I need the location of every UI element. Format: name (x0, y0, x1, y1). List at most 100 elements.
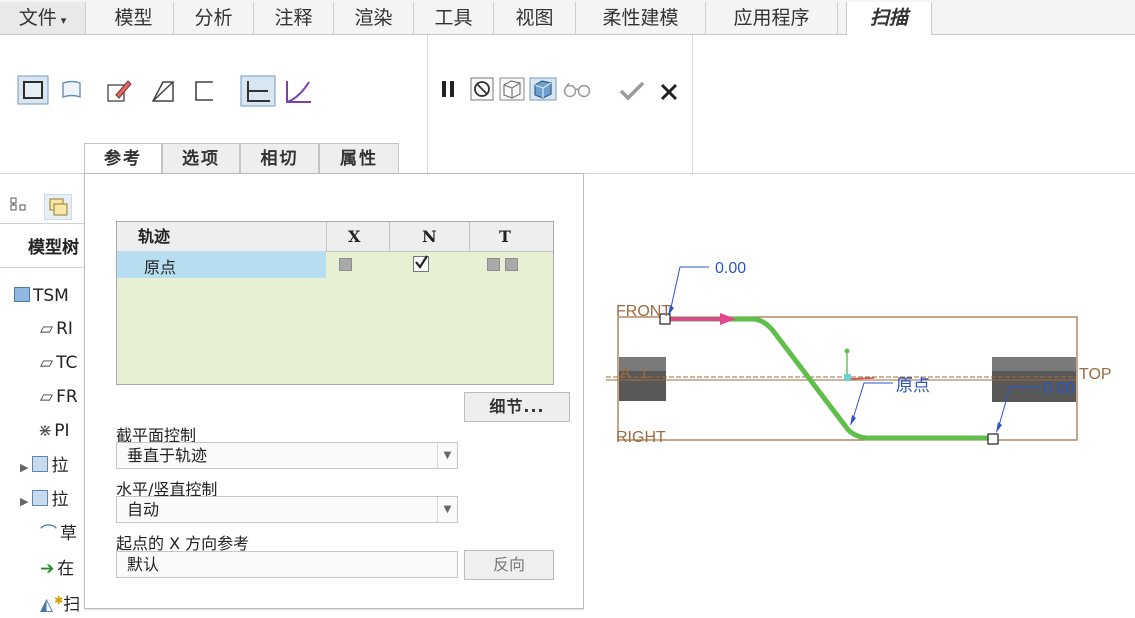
origin-leader-arrow-icon (850, 415, 856, 426)
ribbon: 参考 选项 相切 属性 (0, 35, 1135, 175)
details-button[interactable]: 细节... (464, 392, 570, 422)
tab-sweep[interactable]: 扫描 (846, 2, 932, 35)
tab-annotate[interactable]: 注释 (254, 2, 334, 34)
model-canvas[interactable]: 0.00 0.00 FRONT TOP RIGHT A_1 原点 (584, 174, 1135, 613)
layer-tree-tab-icon[interactable] (44, 194, 72, 220)
pause-icon[interactable] (440, 78, 458, 100)
column-divider (326, 222, 327, 251)
tab-model-label: 模型 (114, 7, 153, 29)
sweep-trajectory[interactable] (662, 316, 996, 441)
subtab-tangency[interactable]: 相切 (240, 143, 319, 174)
subtab-options[interactable]: 选项 (162, 143, 240, 174)
tab-render[interactable]: 渲染 (334, 2, 414, 34)
horizontal-vertical-control-value: 自动 (127, 500, 160, 519)
csys-y-tip (844, 348, 850, 354)
horizontal-vertical-control-select[interactable]: 自动 ▼ (116, 496, 458, 523)
tab-view[interactable]: 视图 (494, 2, 576, 34)
no-preview-icon[interactable] (470, 77, 494, 101)
edit-section-icon[interactable] (106, 79, 132, 103)
chevron-down-icon: ▾ (60, 14, 67, 27)
references-panel: 轨迹 X N T 原点 细节... 截平面控制 垂直于轨迹 ▼ 水平/竖直控制 … (84, 173, 584, 609)
axis-label: A_1 (620, 365, 649, 382)
row-trajectory-name: 原点 (144, 258, 177, 277)
subtab-properties[interactable]: 属性 (319, 143, 399, 174)
preview-wire-icon[interactable] (499, 77, 525, 101)
ribbon-separator (427, 35, 428, 173)
chevron-down-icon[interactable]: ▼ (437, 443, 457, 468)
column-divider (389, 222, 390, 251)
close-icon[interactable] (658, 81, 680, 103)
extrude-icon (32, 490, 49, 506)
t-checkbox[interactable] (505, 258, 518, 271)
tree-item-sketch[interactable]: ⌒ 草 (40, 521, 77, 547)
subtab-references[interactable]: 参考 (84, 143, 162, 175)
coordinate-system-icon: ⋇ (38, 421, 53, 441)
menu-bar: 文件 ▾ 模型 分析 注释 渲染 工具 视图 柔性建模 应用程序 扫描 (0, 0, 1135, 35)
section-control-select[interactable]: 垂直于轨迹 ▼ (116, 442, 458, 469)
tab-tools-label: 工具 (434, 7, 473, 29)
tree-item-insert-here[interactable]: ➔ 在 (40, 556, 74, 582)
table-row[interactable]: 原点 (117, 251, 553, 278)
check-icon[interactable] (618, 79, 646, 103)
expand-arrow-icon[interactable]: ▶ (20, 495, 28, 508)
tree-item-extrude-2[interactable]: ▶ 拉 (20, 487, 68, 513)
tab-analysis[interactable]: 分析 (174, 2, 254, 34)
part-icon (14, 287, 30, 302)
end-point-handle[interactable] (987, 433, 999, 445)
subtab-references-label: 参考 (104, 149, 142, 169)
tab-flexible-modeling[interactable]: 柔性建模 (576, 2, 706, 34)
tab-annotate-label: 注释 (274, 7, 313, 29)
tree-header: 模型树 (28, 238, 79, 258)
start-x-direction-value: 默认 (127, 555, 160, 574)
tree-item-label: TSM (33, 286, 69, 306)
dimension-right-value[interactable]: 0.00 (1043, 380, 1074, 397)
datum-plane-icon: ▱ (40, 387, 54, 407)
dimension-top-value[interactable]: 0.00 (715, 260, 746, 277)
thicken-icon[interactable] (193, 79, 215, 103)
tab-applications[interactable]: 应用程序 (706, 2, 838, 34)
datum-label-top: TOP (1079, 366, 1112, 383)
file-menu[interactable]: 文件 ▾ (0, 2, 86, 34)
origin-label: 原点 (896, 376, 930, 396)
extrude-icon (32, 456, 49, 472)
graphics-viewport[interactable]: 0.00 0.00 FRONT TOP RIGHT A_1 原点 (584, 174, 1135, 613)
new-feature-star-icon: ✱ (54, 594, 64, 607)
tree-item-label: FR (56, 387, 78, 407)
tree-item-datum-top[interactable]: ▱ TC (40, 350, 77, 376)
trajectory-table: 轨迹 X N T 原点 (116, 221, 554, 385)
t-checkbox[interactable] (487, 258, 500, 271)
surface-icon[interactable] (60, 79, 84, 101)
tab-model[interactable]: 模型 (94, 2, 174, 34)
tree-item-sweep[interactable]: ◭✱扫 (40, 588, 81, 615)
right-solid-block-shade (992, 357, 1076, 371)
sketch-icon: ⌒ (40, 524, 57, 544)
tree-item-root[interactable]: TSM (14, 283, 69, 309)
tree-item-label: RI (56, 319, 73, 339)
preview-shaded-icon[interactable] (529, 77, 557, 101)
solid-icon[interactable] (17, 75, 49, 105)
model-tree-tab-icon[interactable] (9, 196, 29, 216)
tree-item-datum-front[interactable]: ▱ FR (40, 384, 78, 410)
remove-material-icon[interactable] (150, 79, 176, 103)
tree-item-csys[interactable]: ⋇ PI (38, 418, 70, 444)
tab-flexible-modeling-label: 柔性建模 (602, 7, 679, 29)
chevron-down-icon[interactable]: ▼ (437, 497, 457, 522)
checkmark-icon (415, 255, 428, 269)
column-divider (469, 222, 470, 251)
constant-section-icon[interactable] (240, 75, 276, 107)
variable-section-icon[interactable] (283, 78, 313, 106)
verify-glasses-icon[interactable] (563, 81, 591, 99)
tree-item-label: PI (54, 421, 70, 441)
datum-label-right: RIGHT (616, 429, 666, 446)
tab-tools[interactable]: 工具 (414, 2, 494, 34)
tree-item-datum-right[interactable]: ▱ RI (40, 316, 73, 342)
n-checkbox[interactable] (413, 255, 429, 272)
tree-item-label: 扫 (63, 595, 81, 615)
start-x-direction-field[interactable]: 默认 (116, 551, 458, 578)
expand-arrow-icon[interactable]: ▶ (20, 461, 28, 474)
flip-button[interactable]: 反向 (464, 550, 554, 580)
x-checkbox[interactable] (339, 258, 352, 271)
ribbon-separator (692, 35, 693, 173)
tree-item-extrude-1[interactable]: ▶ 拉 (20, 453, 68, 479)
tab-applications-label: 应用程序 (733, 7, 810, 29)
